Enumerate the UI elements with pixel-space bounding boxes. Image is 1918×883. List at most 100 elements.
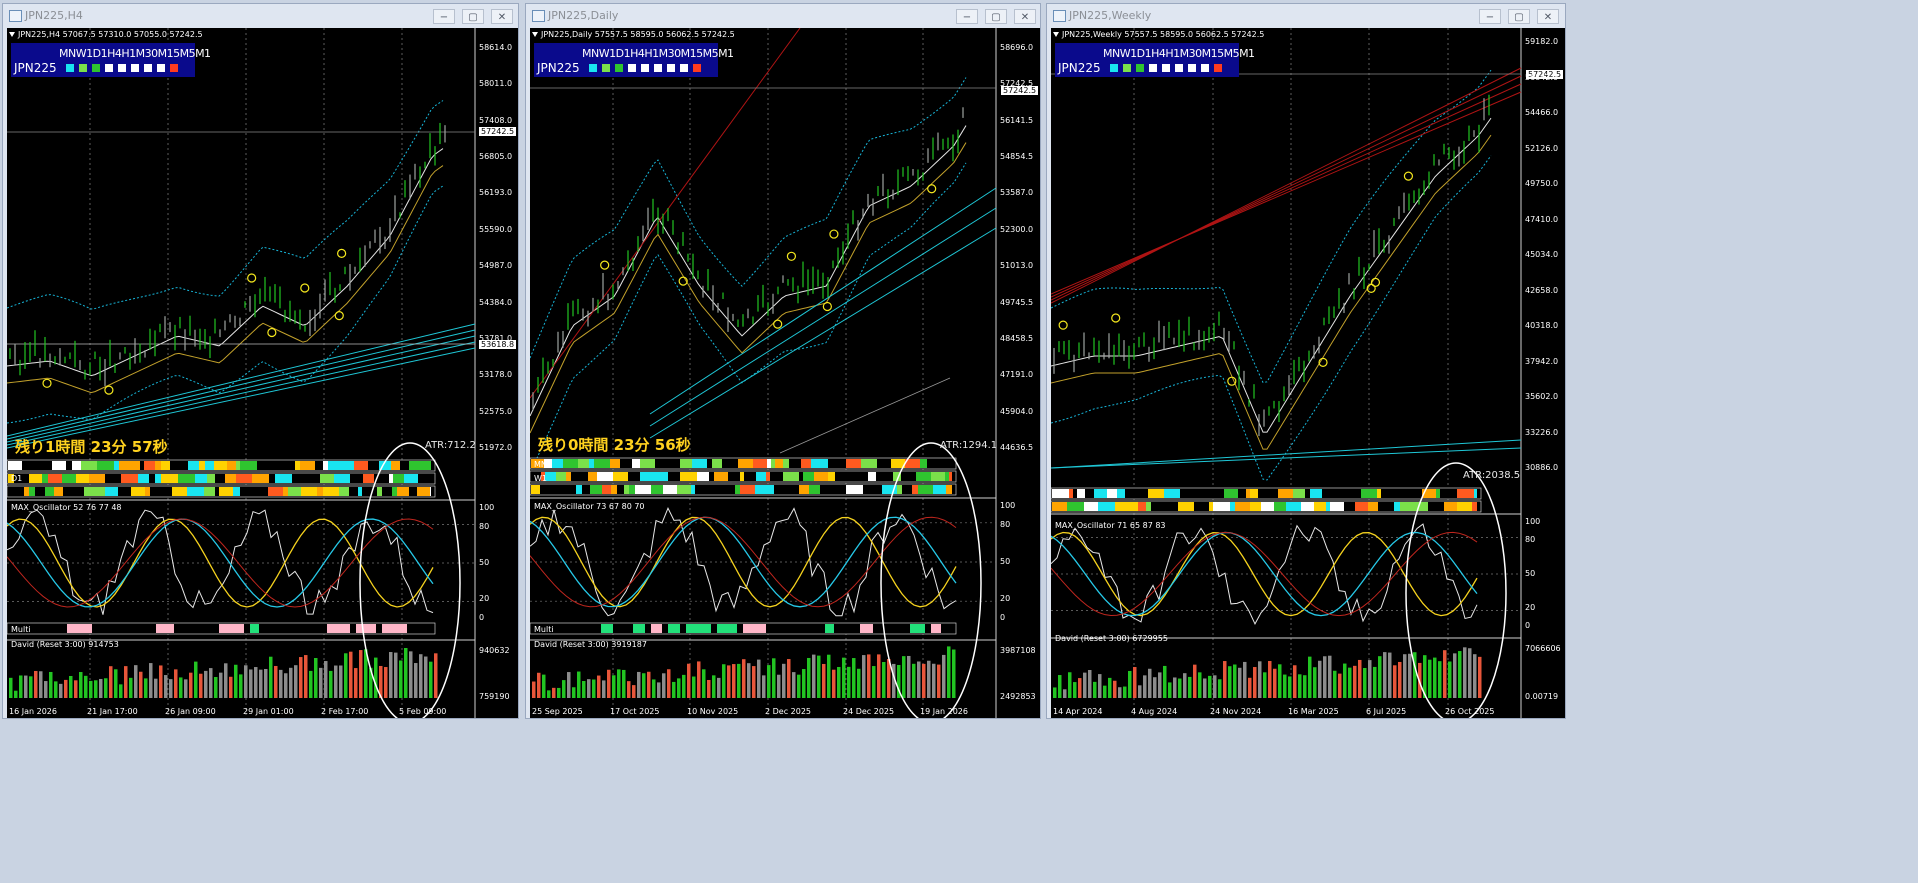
volume-bar bbox=[129, 677, 133, 698]
volume-bar bbox=[1073, 682, 1077, 698]
dropdown-icon[interactable] bbox=[9, 32, 15, 37]
volume-label: David (Reset 3:00) 6729955 bbox=[1055, 634, 1168, 643]
close-icon: ✕ bbox=[1543, 12, 1553, 23]
signal-cell bbox=[1286, 502, 1301, 511]
signal-cell bbox=[1107, 489, 1117, 498]
oscillator-tick-label: 50 bbox=[1000, 557, 1011, 566]
oscillator-line bbox=[1051, 531, 1478, 617]
date-tick-label: 6 Jul 2025 bbox=[1366, 707, 1407, 716]
window-titlebar[interactable]: JPN225,Weekly − ▢ ✕ bbox=[1047, 4, 1565, 28]
volume-bar bbox=[119, 684, 123, 698]
volume-bar bbox=[587, 679, 591, 698]
minimize-button[interactable]: − bbox=[433, 9, 455, 24]
price-tick-label: 53178.0 bbox=[479, 370, 513, 380]
signal-cell bbox=[155, 461, 161, 470]
window-titlebar[interactable]: JPN225,Daily − ▢ ✕ bbox=[526, 4, 1040, 28]
signal-cell bbox=[188, 461, 199, 470]
signal-cell bbox=[424, 461, 431, 470]
close-button[interactable]: ✕ bbox=[1014, 9, 1036, 24]
restore-button[interactable]: ▢ bbox=[985, 9, 1007, 24]
close-button[interactable]: ✕ bbox=[1537, 9, 1559, 24]
oscillator-tick-label: 20 bbox=[1000, 593, 1011, 603]
signal-cell bbox=[205, 461, 214, 470]
chart-area[interactable]: JPN225,H4 57067.5 57310.0 57055.0 57242.… bbox=[7, 28, 518, 718]
restore-button[interactable]: ▢ bbox=[1508, 9, 1530, 24]
signal-cell bbox=[1084, 502, 1098, 511]
signal-cell bbox=[692, 459, 697, 468]
chart-header: JPN225,Daily 57557.5 58595.0 56062.5 572… bbox=[532, 30, 735, 39]
volume-bar bbox=[1343, 663, 1347, 698]
multi-cell bbox=[67, 624, 92, 633]
volume-bar bbox=[1213, 675, 1217, 698]
dropdown-icon[interactable] bbox=[532, 32, 538, 37]
price-tick-label: 33226.0 bbox=[1525, 427, 1559, 437]
chart-area[interactable]: JPN225,Daily 57557.5 58595.0 56062.5 572… bbox=[530, 28, 1040, 718]
date-tick-label: 14 Apr 2024 bbox=[1053, 707, 1103, 716]
trendline bbox=[7, 329, 476, 440]
signal-cell bbox=[1079, 502, 1084, 511]
volume-bar bbox=[1333, 670, 1337, 698]
signal-cell bbox=[204, 487, 215, 496]
restore-button[interactable]: ▢ bbox=[462, 9, 484, 24]
signal-cell bbox=[640, 472, 652, 481]
volume-bar bbox=[1223, 661, 1227, 698]
timeframe-labels: MNW1D1H4H1M30M15M5M1 bbox=[582, 47, 734, 60]
volume-bar bbox=[414, 663, 418, 698]
symbol-label: JPN225 bbox=[537, 61, 580, 75]
signal-cell bbox=[131, 487, 145, 496]
volume-bar bbox=[394, 652, 398, 698]
minimize-button[interactable]: − bbox=[956, 9, 978, 24]
volume-bar bbox=[114, 669, 118, 698]
signal-circle bbox=[1058, 320, 1068, 330]
signal-cell bbox=[417, 487, 430, 496]
volume-bar bbox=[219, 672, 223, 698]
chart-canvas[interactable] bbox=[7, 28, 518, 718]
signal-cell bbox=[1474, 489, 1477, 498]
signal-cell bbox=[735, 485, 740, 494]
signal-cell bbox=[227, 461, 236, 470]
signal-cell bbox=[755, 485, 768, 494]
close-button[interactable]: ✕ bbox=[491, 9, 513, 24]
volume-tick-label: 3987108 bbox=[1000, 646, 1036, 655]
signal-cell bbox=[114, 461, 119, 470]
chart-canvas[interactable] bbox=[1051, 28, 1565, 718]
minimize-button[interactable]: − bbox=[1479, 9, 1501, 24]
signal-cell bbox=[912, 485, 918, 494]
chart-window-icon bbox=[9, 10, 22, 22]
volume-bar bbox=[1438, 661, 1442, 698]
tf-signal-m5 bbox=[1201, 64, 1209, 72]
volume-bar bbox=[1353, 665, 1357, 698]
chart-window-daily[interactable]: JPN225,Daily − ▢ ✕ JPN225,Daily 57557.5 … bbox=[525, 3, 1041, 719]
chart-window-h4[interactable]: JPN225,H4 − ▢ ✕ JPN225,H4 57067.5 57310.… bbox=[2, 3, 519, 719]
signal-cell bbox=[29, 474, 42, 483]
oscillator-line bbox=[7, 518, 434, 608]
window-titlebar[interactable]: JPN225,H4 − ▢ ✕ bbox=[3, 4, 518, 28]
signal-cell bbox=[144, 461, 155, 470]
signal-cell bbox=[29, 487, 35, 496]
volume-bar bbox=[842, 657, 846, 698]
chart-canvas[interactable] bbox=[530, 28, 1040, 718]
dropdown-icon[interactable] bbox=[1053, 32, 1059, 37]
chart-area[interactable]: JPN225,Weekly 57557.5 58595.0 56062.5 57… bbox=[1051, 28, 1565, 718]
tf-signal-m1 bbox=[693, 64, 701, 72]
volume-bar bbox=[637, 671, 641, 698]
volume-bar bbox=[69, 675, 73, 698]
oscillator-tick-label: 100 bbox=[1525, 517, 1541, 526]
volume-bar bbox=[907, 655, 911, 698]
volume-bar bbox=[777, 674, 781, 698]
chart-window-weekly[interactable]: JPN225,Weekly − ▢ ✕ JPN225,Weekly 57557.… bbox=[1046, 3, 1566, 719]
timeframe-panel: MNW1D1H4H1M30M15M5M1 JPN225 bbox=[1055, 43, 1255, 77]
volume-bar bbox=[304, 655, 308, 698]
signal-cell bbox=[691, 485, 695, 494]
signal-circle bbox=[1370, 277, 1381, 287]
volume-bar bbox=[757, 659, 761, 698]
volume-bar bbox=[1358, 659, 1362, 698]
signal-cell bbox=[712, 459, 722, 468]
volume-bar bbox=[557, 687, 561, 698]
tf-signal-w1 bbox=[602, 64, 610, 72]
signal-cell bbox=[178, 474, 195, 483]
multi-cell bbox=[717, 624, 737, 633]
signal-circle bbox=[334, 311, 344, 321]
signal-cell bbox=[799, 485, 809, 494]
signal-cell bbox=[1122, 502, 1138, 511]
